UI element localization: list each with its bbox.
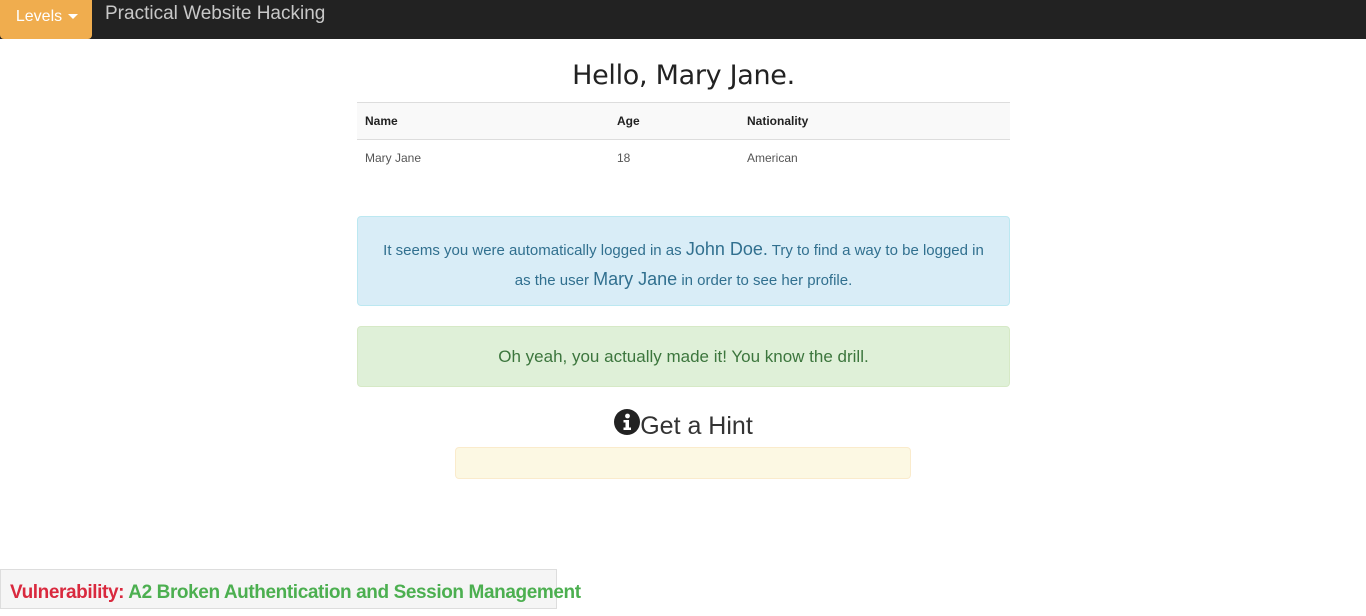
get-hint-label: Get a Hint [640, 412, 753, 440]
cell-name: Mary Jane [365, 151, 422, 165]
vulnerability-banner: Vulnerability: A2 Broken Authentication … [0, 569, 581, 609]
brand-title[interactable]: Practical Website Hacking [105, 2, 325, 26]
cell-age: 18 [617, 151, 631, 165]
column-header-nationality: Nationality [739, 102, 1010, 140]
greeting-heading: Hello, Mary Jane. [572, 60, 795, 91]
profile-table: Name Age Nationality Mary Jane 18 Americ… [357, 102, 1010, 176]
caret-down-icon [68, 14, 79, 20]
info-alert-text-before: It seems you were automatically logged i… [383, 242, 686, 259]
target-user-name: Mary Jane [593, 269, 678, 289]
cell-nationality: American [747, 151, 798, 165]
table-header-row: Name Age Nationality [357, 102, 1010, 140]
table-row: Mary Jane 18 American [357, 140, 1010, 177]
levels-dropdown-button[interactable]: Levels [0, 0, 92, 39]
column-header-name: Name [357, 102, 609, 140]
info-circle-icon [614, 409, 641, 435]
levels-label: Levels [15, 8, 63, 25]
info-alert-text-after: in order to see her profile. [677, 272, 853, 289]
main-content: Hello, Mary Jane. Name Age Nationality M… [357, 39, 1010, 479]
success-alert: Oh yeah, you actually made it! You know … [357, 326, 1010, 387]
vulnerability-label: Vulnerability: [10, 582, 125, 603]
get-hint-toggle[interactable]: Get a Hint [357, 408, 1010, 444]
current-user-name: John Doe. [685, 239, 768, 259]
hint-content-box [455, 447, 911, 479]
column-header-age: Age [609, 102, 739, 140]
info-alert: It seems you were automatically logged i… [357, 216, 1010, 306]
top-navbar: Levels Practical Website Hacking [0, 0, 1366, 39]
vulnerability-value: A2 Broken Authentication and Session Man… [128, 582, 581, 603]
